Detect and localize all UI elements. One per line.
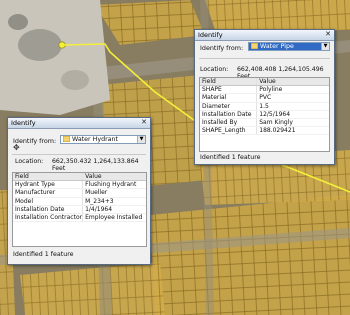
- identify-from-label: Identify from:: [200, 44, 244, 52]
- field-value: Polyline: [256, 85, 329, 95]
- layer-icon: [251, 43, 258, 49]
- field-value: 188.029421: [256, 126, 329, 136]
- field-name: Hydrant Type: [13, 180, 84, 190]
- field-value: Sam Kingly: [256, 118, 329, 128]
- chevron-down-icon[interactable]: ▼: [137, 136, 145, 143]
- field-value: M_234+3: [82, 197, 146, 206]
- column-header-value[interactable]: Value: [82, 173, 146, 182]
- location-label: Location:: [15, 158, 44, 165]
- title-bar[interactable]: Identify ✕: [195, 30, 334, 41]
- field-name: Manufacturer: [13, 188, 84, 198]
- field-name: Installation Contractor: [13, 213, 84, 223]
- table-header: Field Value: [200, 78, 329, 87]
- chevron-down-icon[interactable]: ▼: [321, 43, 329, 50]
- field-value: Flushing Hydrant: [82, 180, 146, 190]
- title-bar[interactable]: Identify ✕: [8, 118, 150, 129]
- status-text: Identified 1 feature: [200, 154, 261, 161]
- identify-window-water-hydrant[interactable]: Identify ✕ Identify from: Water Hydrant …: [7, 117, 151, 265]
- identify-from-dropdown[interactable]: Water Pipe ▼: [248, 42, 330, 51]
- field-name: Model: [13, 197, 84, 206]
- field-value: Employee Installed: [82, 213, 146, 223]
- column-header-value[interactable]: Value: [256, 78, 329, 87]
- field-name: SHAPE_Length: [200, 126, 258, 136]
- field-name: Installed By: [200, 118, 258, 128]
- attribute-table[interactable]: Field Value SHAPE Polyline Material PVC Di…: [199, 77, 330, 152]
- field-name: SHAPE: [200, 85, 258, 95]
- table-row[interactable]: Installed By Sam Kingly: [200, 118, 329, 128]
- table-row[interactable]: SHAPE Polyline: [200, 85, 329, 95]
- field-name: Diameter: [200, 102, 258, 111]
- identify-window-water-pipe[interactable]: Identify ✕ Identify from: Water Pipe ▼ L…: [194, 29, 335, 165]
- location-value: 662,350.432 1,264,133.864 Feet: [52, 158, 139, 172]
- status-text: Identified 1 feature: [13, 251, 74, 258]
- divider: [12, 154, 146, 155]
- table-row[interactable]: SHAPE_Length 188.029421: [200, 126, 329, 136]
- close-icon[interactable]: ✕: [140, 119, 148, 126]
- layer-name: Water Hydrant: [72, 136, 118, 143]
- table-row[interactable]: Installation Date 12/5/1964: [200, 110, 329, 120]
- field-value: Mueller: [82, 188, 146, 198]
- column-header-field[interactable]: Field: [13, 173, 84, 182]
- table-row[interactable]: Hydrant Type Flushing Hydrant: [13, 180, 146, 190]
- field-value: 1.5: [256, 102, 329, 111]
- table-row[interactable]: Installation Contractor Employee Installe…: [13, 213, 146, 223]
- field-name: Installation Date: [13, 205, 84, 215]
- table-row[interactable]: Installation Date 1/4/1964: [13, 205, 146, 215]
- window-title: Identify: [198, 31, 223, 39]
- window-title: Identify: [11, 119, 36, 127]
- table-row[interactable]: Material PVC: [200, 93, 329, 103]
- location-label: Location:: [200, 66, 229, 73]
- divider: [199, 58, 330, 59]
- attribute-table[interactable]: Field Value Hydrant Type Flushing Hydrant…: [12, 172, 147, 247]
- move-cursor-icon: ✥: [13, 143, 20, 152]
- table-row[interactable]: Manufacturer Mueller: [13, 188, 146, 198]
- identify-from-dropdown[interactable]: Water Hydrant ▼: [60, 135, 146, 144]
- field-name: Installation Date: [200, 110, 258, 120]
- close-icon[interactable]: ✕: [324, 31, 332, 38]
- layer-name: Water Pipe: [260, 43, 294, 50]
- table-header: Field Value: [13, 173, 146, 182]
- field-value: 12/5/1964: [256, 110, 329, 120]
- table-row[interactable]: Model M_234+3: [13, 197, 146, 206]
- field-value: PVC: [256, 93, 329, 103]
- field-value: 1/4/1964: [82, 205, 146, 215]
- layer-icon: [63, 136, 70, 142]
- field-name: Material: [200, 93, 258, 103]
- column-header-field[interactable]: Field: [200, 78, 258, 87]
- table-row[interactable]: Diameter 1.5: [200, 102, 329, 111]
